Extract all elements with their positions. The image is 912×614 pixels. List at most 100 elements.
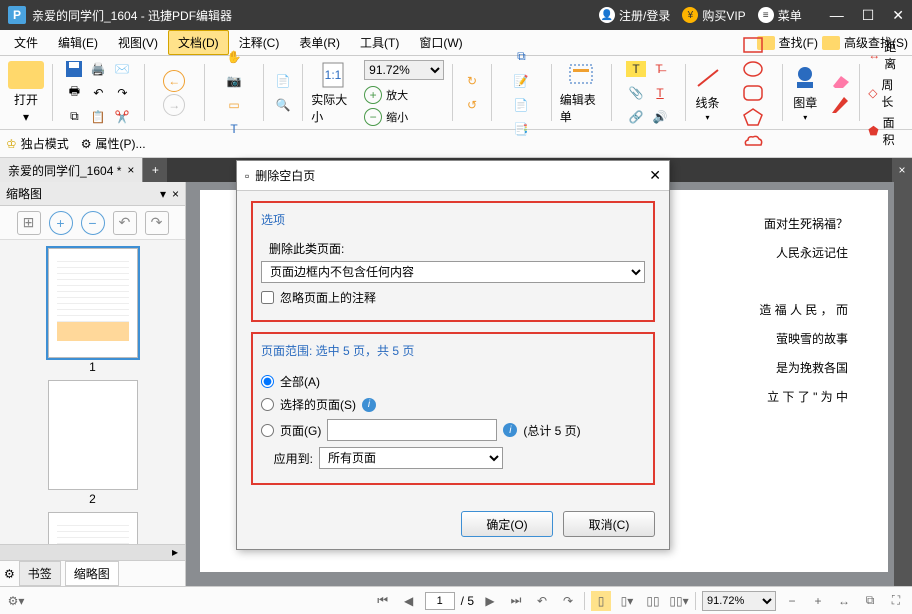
maximize-button[interactable]: ☐ bbox=[862, 7, 875, 24]
rotate-cw-button[interactable]: ↻ bbox=[461, 70, 483, 92]
continuous-button[interactable]: ▯▾ bbox=[617, 591, 637, 611]
document-tab[interactable]: 亲爱的同学们_1604 *× bbox=[0, 158, 143, 182]
buy-vip-link[interactable]: ¥购买VIP bbox=[682, 7, 745, 24]
prev-page-button[interactable]: ◀ bbox=[399, 591, 419, 611]
ignore-annotations-checkbox[interactable] bbox=[261, 291, 274, 304]
cancel-button[interactable]: 取消(C) bbox=[563, 511, 655, 537]
hand-tool[interactable]: ✋ bbox=[223, 46, 245, 68]
snapshot-tool[interactable]: 📷 bbox=[223, 70, 245, 92]
rotate-ccw-button[interactable]: ↺ bbox=[461, 94, 483, 116]
undo-button[interactable]: ↶ bbox=[87, 82, 109, 104]
email-button[interactable]: ✉️ bbox=[111, 58, 133, 80]
last-page-button[interactable]: ⏭ bbox=[506, 591, 526, 611]
rect-tool[interactable] bbox=[742, 34, 764, 56]
oval-tool[interactable] bbox=[742, 58, 764, 80]
expand-all-button[interactable]: ⊞ bbox=[17, 211, 41, 235]
close-tab-icon[interactable]: × bbox=[127, 163, 134, 177]
two-page-button[interactable]: ▯▯ bbox=[643, 591, 663, 611]
paste-button[interactable]: 📋 bbox=[87, 106, 109, 128]
rrect-tool[interactable] bbox=[742, 82, 764, 104]
menu-window[interactable]: 窗口(W) bbox=[409, 30, 472, 55]
bookmarks-tab[interactable]: 书签 bbox=[19, 561, 61, 586]
link-tool[interactable]: 🔗 bbox=[625, 106, 647, 128]
thumbnail-page-3[interactable] bbox=[48, 512, 138, 544]
page-text2-tool[interactable]: 📑 bbox=[510, 118, 532, 140]
exclusive-mode-button[interactable]: ♔独占模式 bbox=[6, 135, 69, 152]
zoom-in-button[interactable]: + bbox=[364, 86, 382, 104]
doc-scrollbar[interactable] bbox=[894, 182, 912, 586]
save-button[interactable] bbox=[63, 58, 85, 80]
selected-pages-radio[interactable] bbox=[261, 398, 274, 411]
first-page-button[interactable]: ⏮ bbox=[373, 591, 393, 611]
back-button[interactable]: ← bbox=[163, 70, 185, 92]
find-clipboard[interactable]: 🔍 bbox=[272, 94, 294, 116]
info-icon[interactable]: i bbox=[503, 423, 517, 437]
ok-button[interactable]: 确定(O) bbox=[461, 511, 553, 537]
menu-view[interactable]: 视图(V) bbox=[108, 30, 168, 55]
pencil-tool[interactable] bbox=[829, 94, 851, 116]
find-link[interactable]: 查找(F) bbox=[779, 34, 818, 51]
apply-to-select[interactable]: 所有页面 bbox=[319, 447, 503, 469]
pages-input[interactable] bbox=[327, 419, 497, 441]
fwd-button[interactable]: → bbox=[163, 94, 185, 116]
thumb-zoom-in[interactable]: + bbox=[49, 211, 73, 235]
thumbnail-page-2[interactable]: 2 bbox=[48, 380, 138, 506]
all-pages-radio[interactable] bbox=[261, 375, 274, 388]
stamp-button[interactable]: 图章▾ bbox=[791, 64, 819, 122]
polygon-tool[interactable] bbox=[742, 106, 764, 128]
scroll-right-icon[interactable]: ▸ bbox=[165, 545, 185, 560]
underline-tool[interactable]: T bbox=[649, 82, 671, 104]
sound-tool[interactable]: 🔊 bbox=[649, 106, 671, 128]
settings-icon[interactable]: ⚙▾ bbox=[6, 591, 26, 611]
delete-pages-select[interactable]: 页面边框内不包含任何内容 bbox=[261, 261, 645, 283]
fit-width-button[interactable]: ↔ bbox=[834, 591, 854, 611]
page-text-tool[interactable]: 📝 bbox=[510, 70, 532, 92]
zoom-out-button[interactable]: − bbox=[364, 108, 382, 126]
text-select-tool[interactable]: T bbox=[223, 118, 245, 140]
highlight-tool[interactable]: T bbox=[626, 61, 646, 77]
panel-options-icon[interactable]: ▾ bbox=[160, 187, 166, 201]
print2-button[interactable]: 🖶 bbox=[63, 82, 85, 104]
register-login-link[interactable]: 👤注册/登录 bbox=[599, 7, 670, 24]
menu-form[interactable]: 表单(R) bbox=[289, 30, 350, 55]
status-zoom-select[interactable]: 91.72% bbox=[702, 591, 776, 611]
print-button[interactable]: 🖨️ bbox=[87, 58, 109, 80]
strike-tool[interactable]: T̶ bbox=[648, 58, 670, 80]
pages-radio[interactable] bbox=[261, 424, 274, 437]
thumbnail-page-1[interactable]: 1 bbox=[48, 248, 138, 374]
distance-tool[interactable]: ↔距离 bbox=[868, 38, 904, 72]
open-button[interactable]: 打开▾ bbox=[8, 61, 44, 124]
gear-icon[interactable]: ⚙ bbox=[4, 567, 15, 581]
crop-tool[interactable]: ⧉ bbox=[510, 46, 532, 68]
menu-tools[interactable]: 工具(T) bbox=[350, 30, 409, 55]
eraser-tool[interactable] bbox=[829, 70, 851, 92]
thumbnails-tab[interactable]: 缩略图 bbox=[65, 561, 119, 586]
info-icon[interactable]: i bbox=[362, 398, 376, 412]
menu-file[interactable]: 文件 bbox=[4, 30, 48, 55]
nav-fwd-button[interactable]: ↷ bbox=[558, 591, 578, 611]
close-button[interactable]: ✕ bbox=[892, 7, 904, 24]
next-page-button[interactable]: ▶ bbox=[480, 591, 500, 611]
page-insert-tool[interactable]: 📄 bbox=[510, 94, 532, 116]
zoom-select[interactable]: 91.72% bbox=[364, 60, 444, 80]
status-zoom-out[interactable]: − bbox=[782, 591, 802, 611]
edit-form-button[interactable]: 编辑表单 bbox=[560, 61, 603, 125]
two-cont-button[interactable]: ▯▯▾ bbox=[669, 591, 689, 611]
copy-button[interactable]: ⧉ bbox=[63, 106, 85, 128]
fullscreen-button[interactable]: ⛶ bbox=[886, 591, 906, 611]
cut-button[interactable]: ✂️ bbox=[111, 106, 133, 128]
menu-edit[interactable]: 编辑(E) bbox=[48, 30, 108, 55]
clipboard-tool[interactable]: 📄 bbox=[272, 70, 294, 92]
properties-button[interactable]: ⚙属性(P)... bbox=[81, 135, 146, 152]
minimize-button[interactable]: — bbox=[830, 7, 844, 24]
select-tool[interactable]: ▭ bbox=[223, 94, 245, 116]
rotate-left-button[interactable]: ↶ bbox=[113, 211, 137, 235]
panel-close-icon[interactable]: × bbox=[172, 187, 179, 201]
main-menu-link[interactable]: ≡菜单 bbox=[758, 7, 802, 24]
nav-back-button[interactable]: ↶ bbox=[532, 591, 552, 611]
redo-button[interactable]: ↷ bbox=[111, 82, 133, 104]
menu-document[interactable]: 文档(D) bbox=[168, 30, 229, 55]
page-input[interactable] bbox=[425, 592, 455, 610]
cloud-tool[interactable] bbox=[742, 130, 764, 152]
dialog-close-button[interactable]: ✕ bbox=[649, 167, 661, 184]
